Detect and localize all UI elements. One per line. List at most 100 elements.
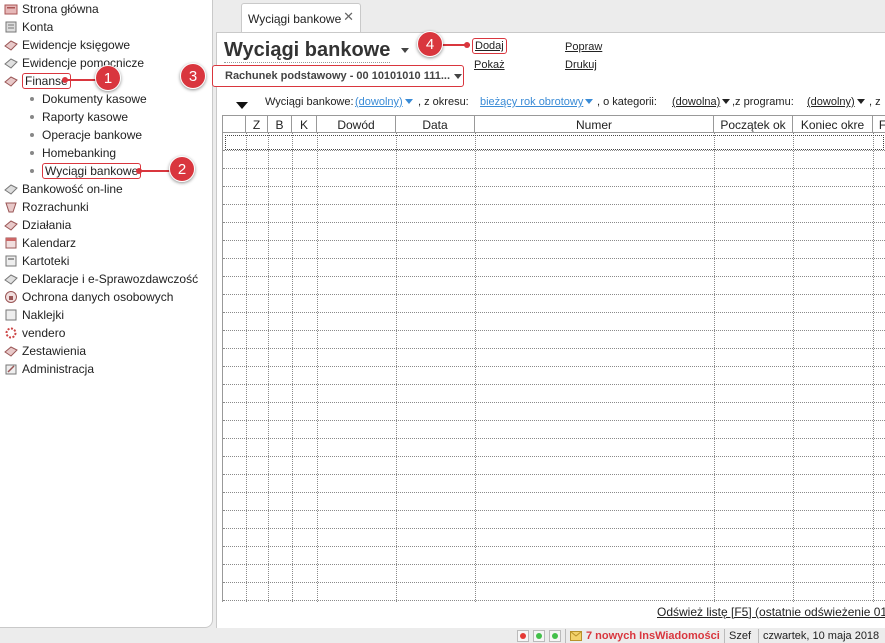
refresh-link[interactable]: Odśwież listę [F5] (ostatnie odświeżenie… — [657, 605, 885, 619]
sidebar-item-settlements[interactable]: Rozrachunki — [4, 198, 89, 215]
table-row[interactable] — [223, 421, 885, 439]
sidebar-item-ledger[interactable]: Ewidencje księgowe — [4, 36, 130, 53]
table-row[interactable] — [223, 349, 885, 367]
sidebar-item-admin[interactable]: Administracja — [4, 360, 94, 377]
bullet-icon — [30, 168, 34, 173]
chevron-down-icon — [454, 73, 463, 79]
status-indicator-green — [549, 630, 561, 642]
table-row[interactable] — [223, 511, 885, 529]
sidebar-item-aux-ledger[interactable]: Ewidencje pomocnicze — [4, 54, 144, 71]
sidebar-subitem-homebanking[interactable]: Homebanking — [30, 144, 116, 161]
table-row[interactable] — [223, 367, 885, 385]
page-title[interactable]: Wyciągi bankowe — [224, 39, 391, 63]
table-row[interactable] — [223, 475, 885, 493]
sidebar-item-finance[interactable]: Finanse — [4, 72, 71, 89]
filter-bar: Wyciągi bankowe: (dowolny) , z okresu: b… — [224, 96, 885, 112]
sidebar-item-accounts[interactable]: Konta — [4, 18, 53, 35]
column-header[interactable]: Numer — [475, 116, 714, 133]
table-row[interactable] — [223, 565, 885, 583]
badge-connector — [138, 170, 170, 172]
sidebar-item-vendero[interactable]: vendero — [4, 324, 65, 341]
program-filter[interactable]: (dowolny) — [807, 96, 865, 108]
chevron-down-icon — [856, 99, 865, 104]
table-row[interactable] — [223, 439, 885, 457]
settlements-icon — [4, 200, 18, 214]
sidebar-item-actions[interactable]: Działania — [4, 216, 71, 233]
badge-connector-dot — [62, 77, 68, 83]
column-header[interactable] — [223, 116, 246, 133]
bullet-icon — [30, 96, 34, 101]
column-header[interactable]: Koniec okre — [793, 116, 873, 133]
bullet-icon — [30, 150, 34, 155]
category-filter-label: , o kategorii: — [597, 96, 657, 108]
table-row[interactable] — [223, 205, 885, 223]
table-row[interactable] — [223, 169, 885, 187]
table-row[interactable] — [223, 295, 885, 313]
table-row[interactable] — [223, 223, 885, 241]
messages-notice[interactable]: 7 nowych InsWiadomości — [565, 629, 724, 643]
bullet-icon — [30, 132, 34, 137]
status-bar: 7 nowych InsWiadomości Szef czwartek, 10… — [0, 628, 885, 643]
navigation-sidebar: Strona główna Konta Ewidencje księgowe E… — [0, 0, 213, 628]
table-row[interactable] — [223, 241, 885, 259]
column-header[interactable]: Dowód — [317, 116, 396, 133]
bullet-icon — [30, 114, 34, 119]
current-user: Szef — [724, 629, 755, 643]
table-row[interactable] — [223, 547, 885, 565]
column-header[interactable]: K — [292, 116, 317, 133]
sidebar-item-online-banking[interactable]: Bankowość on-line — [4, 180, 123, 197]
chevron-down-icon[interactable] — [401, 48, 409, 53]
callout-badge-3: 3 — [180, 63, 206, 89]
sidebar-subitem-cash-documents[interactable]: Dokumenty kasowe — [30, 90, 147, 107]
envelope-icon — [570, 631, 582, 641]
period-filter[interactable]: bieżący rok obrotowy — [480, 96, 594, 108]
chevron-down-icon — [722, 99, 731, 104]
category-filter[interactable]: (dowolna) — [672, 96, 731, 108]
vendero-icon — [4, 326, 18, 340]
sidebar-subitem-bank-statements[interactable]: Wyciągi bankowe — [30, 162, 142, 179]
table-row[interactable] — [223, 403, 885, 421]
table-row[interactable] — [223, 259, 885, 277]
sidebar-item-declarations[interactable]: Deklaracje i e-Sprawozdawczość — [4, 270, 198, 287]
column-header[interactable]: Początek ok — [714, 116, 793, 133]
sidebar-item-stickers[interactable]: Naklejki — [4, 306, 64, 323]
column-header[interactable]: B — [268, 116, 292, 133]
badge-connector-dot — [464, 42, 470, 48]
sidebar-item-calendar[interactable]: Kalendarz — [4, 234, 76, 251]
callout-badge-4: 4 — [417, 31, 443, 57]
show-link[interactable]: Pokaż — [474, 59, 505, 71]
sidebar-item-reports[interactable]: Zestawienia — [4, 342, 86, 359]
table-row[interactable] — [223, 457, 885, 475]
callout-badge-2: 2 — [169, 156, 195, 182]
sidebar-item-privacy[interactable]: Ochrona danych osobowych — [4, 288, 173, 305]
sidebar-subitem-cash-reports[interactable]: Raporty kasowe — [30, 108, 128, 125]
table-row[interactable] — [223, 187, 885, 205]
statements-table[interactable]: ZBKDowódDataNumerPoczątek okKoniec okreF — [222, 115, 885, 602]
home-icon — [4, 2, 18, 16]
table-row[interactable] — [223, 493, 885, 511]
sidebar-subitem-bank-operations[interactable]: Operacje bankowe — [30, 126, 142, 143]
edit-link[interactable]: Popraw — [565, 41, 602, 53]
print-link[interactable]: Drukuj — [565, 59, 597, 71]
column-header[interactable]: Data — [396, 116, 475, 133]
table-row[interactable] — [223, 277, 885, 295]
close-icon[interactable]: ✕ — [343, 9, 354, 25]
table-row[interactable] — [223, 151, 885, 169]
column-header[interactable]: Z — [246, 116, 268, 133]
sidebar-item-records[interactable]: Kartoteki — [4, 252, 69, 269]
statements-filter[interactable]: (dowolny) — [355, 96, 413, 108]
table-header: ZBKDowódDataNumerPoczątek okKoniec okreF — [223, 115, 885, 133]
table-row[interactable] — [223, 385, 885, 403]
column-header[interactable]: F — [873, 116, 885, 133]
focused-row[interactable] — [225, 135, 884, 150]
table-row[interactable] — [223, 331, 885, 349]
sidebar-item-home[interactable]: Strona główna — [4, 0, 99, 17]
tab-bank-statements[interactable]: Wyciągi bankowe ✕ — [241, 3, 361, 33]
add-link[interactable]: Dodaj — [472, 38, 507, 54]
account-selector[interactable]: Rachunek podstawowy - 00 10101010 111... — [212, 65, 464, 87]
table-row[interactable] — [223, 529, 885, 547]
status-indicator-green — [533, 630, 545, 642]
filter-toggle-icon[interactable] — [236, 102, 248, 109]
table-row[interactable] — [223, 313, 885, 331]
table-row[interactable] — [223, 583, 885, 601]
